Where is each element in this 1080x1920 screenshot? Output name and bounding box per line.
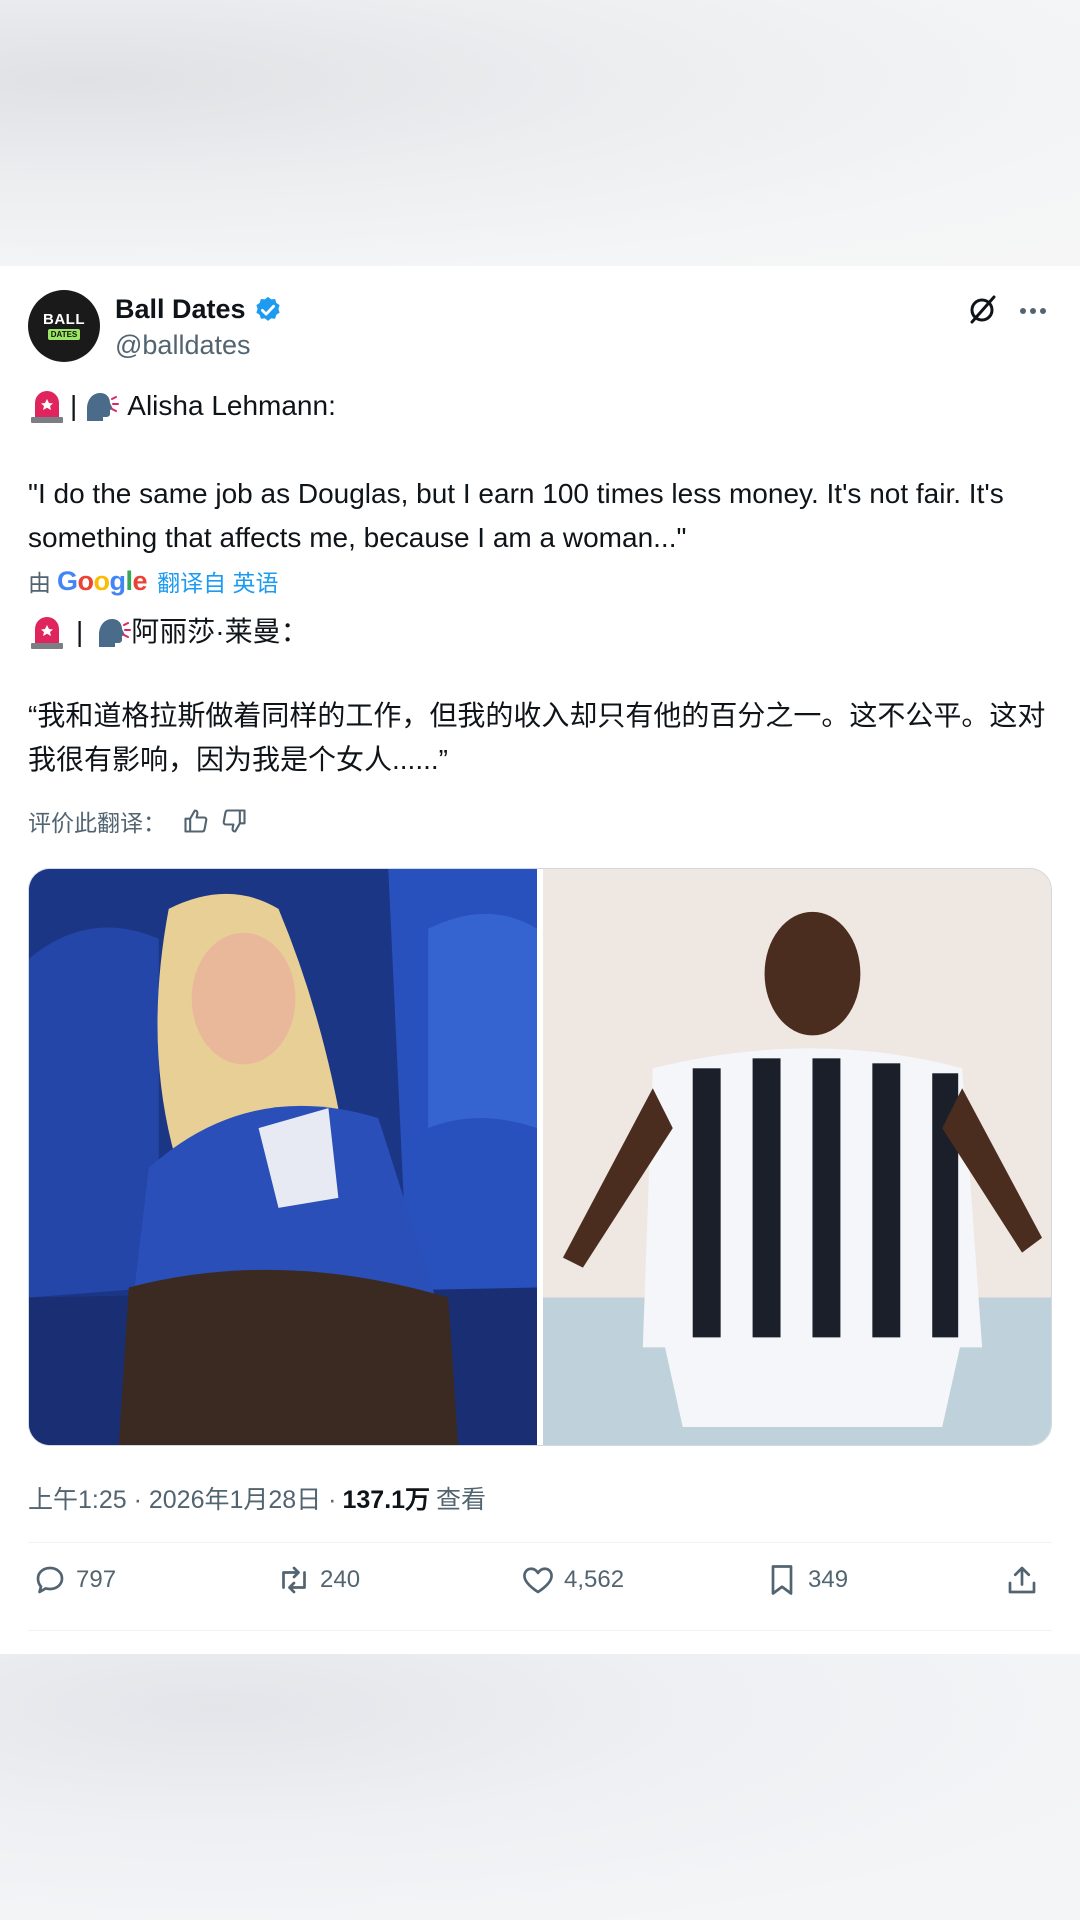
google-logo: Google — [57, 565, 148, 596]
speaking-head-emoji-icon — [99, 619, 132, 647]
verified-badge-icon — [255, 296, 280, 321]
siren-emoji-icon — [31, 617, 63, 649]
douglas-costa-photo[interactable] — [543, 869, 1051, 1445]
translated-quote: “我和道格拉斯做着同样的工作，但我的收入却只有他的百分之一。这不公平。这对我很有… — [28, 700, 1046, 775]
siren-emoji-icon — [31, 391, 63, 423]
avatar[interactable]: BALL DATES — [28, 290, 100, 362]
handle[interactable]: @balldates — [115, 330, 251, 361]
translated-from-link[interactable]: 翻译自 英语 — [157, 564, 278, 598]
bookmark-count: 349 — [808, 1566, 849, 1593]
rate-translation-row: 评价此翻译： — [28, 804, 248, 838]
views-label: 查看 — [436, 1486, 487, 1514]
translated-by-label: 由 — [28, 570, 51, 596]
bookmark-button[interactable]: 349 — [764, 1562, 848, 1598]
share-icon — [1008, 1566, 1036, 1594]
bookmark-icon — [771, 1565, 793, 1595]
repost-button[interactable]: 240 — [276, 1562, 360, 1598]
like-button[interactable]: 4,562 — [520, 1562, 624, 1598]
douglas-costa-illustration — [543, 869, 1051, 1445]
thumbs-up-icon[interactable] — [182, 807, 210, 835]
reply-count: 797 — [76, 1566, 117, 1593]
post-timestamp[interactable]: 上午1:25 · 2026年1月28日 · — [28, 1480, 336, 1516]
translated-headline: | 阿丽莎·莱曼： — [28, 610, 1052, 654]
reply-icon — [36, 1566, 64, 1594]
background-blur-bottom — [0, 1654, 1080, 1920]
repost-count: 240 — [320, 1566, 361, 1593]
avatar-text-bottom: DATES — [47, 329, 81, 340]
like-count: 4,562 — [564, 1566, 625, 1593]
rate-translation-label: 评价此翻译： — [28, 810, 166, 836]
share-button[interactable] — [1004, 1562, 1048, 1598]
grok-icon[interactable] — [966, 292, 1000, 326]
post-meta: 上午1:25 · 2026年1月28日 · 137.1万 查看 — [28, 1480, 486, 1516]
separator: | — [70, 390, 78, 421]
reply-button[interactable]: 797 — [32, 1562, 116, 1598]
translated-speaker-name: 阿丽莎·莱曼： — [131, 616, 309, 647]
action-bar: 797 240 4,562 349 — [28, 1542, 1052, 1622]
speaking-head-emoji-icon — [87, 393, 120, 421]
background-blur-top — [0, 0, 1080, 266]
translation-attribution: 由 Google 翻译自 英语 — [28, 564, 278, 598]
like-icon — [523, 1567, 553, 1594]
author-name-row: Ball Dates — [115, 294, 283, 325]
repost-icon — [282, 1566, 306, 1594]
alisha-lehmann-illustration — [29, 869, 537, 1445]
speaker-name: Alisha Lehmann: — [127, 390, 336, 421]
display-name[interactable]: Ball Dates — [115, 294, 246, 325]
post-headline: | Alisha Lehmann: — [28, 384, 1052, 428]
media-grid — [28, 868, 1052, 1446]
views-count: 137.1万 — [342, 1486, 431, 1514]
alisha-lehmann-photo[interactable] — [29, 869, 537, 1445]
avatar-text-top: BALL — [43, 311, 85, 328]
post-quote: "I do the same job as Douglas, but I ear… — [28, 478, 1004, 553]
tweet-card: BALL DATES Ball Dates @balldates | Alish… — [0, 266, 1080, 1654]
separator: | — [76, 616, 84, 647]
thumbs-down-icon[interactable] — [220, 807, 248, 835]
divider-bottom — [28, 1630, 1052, 1631]
more-icon[interactable] — [1016, 294, 1050, 328]
